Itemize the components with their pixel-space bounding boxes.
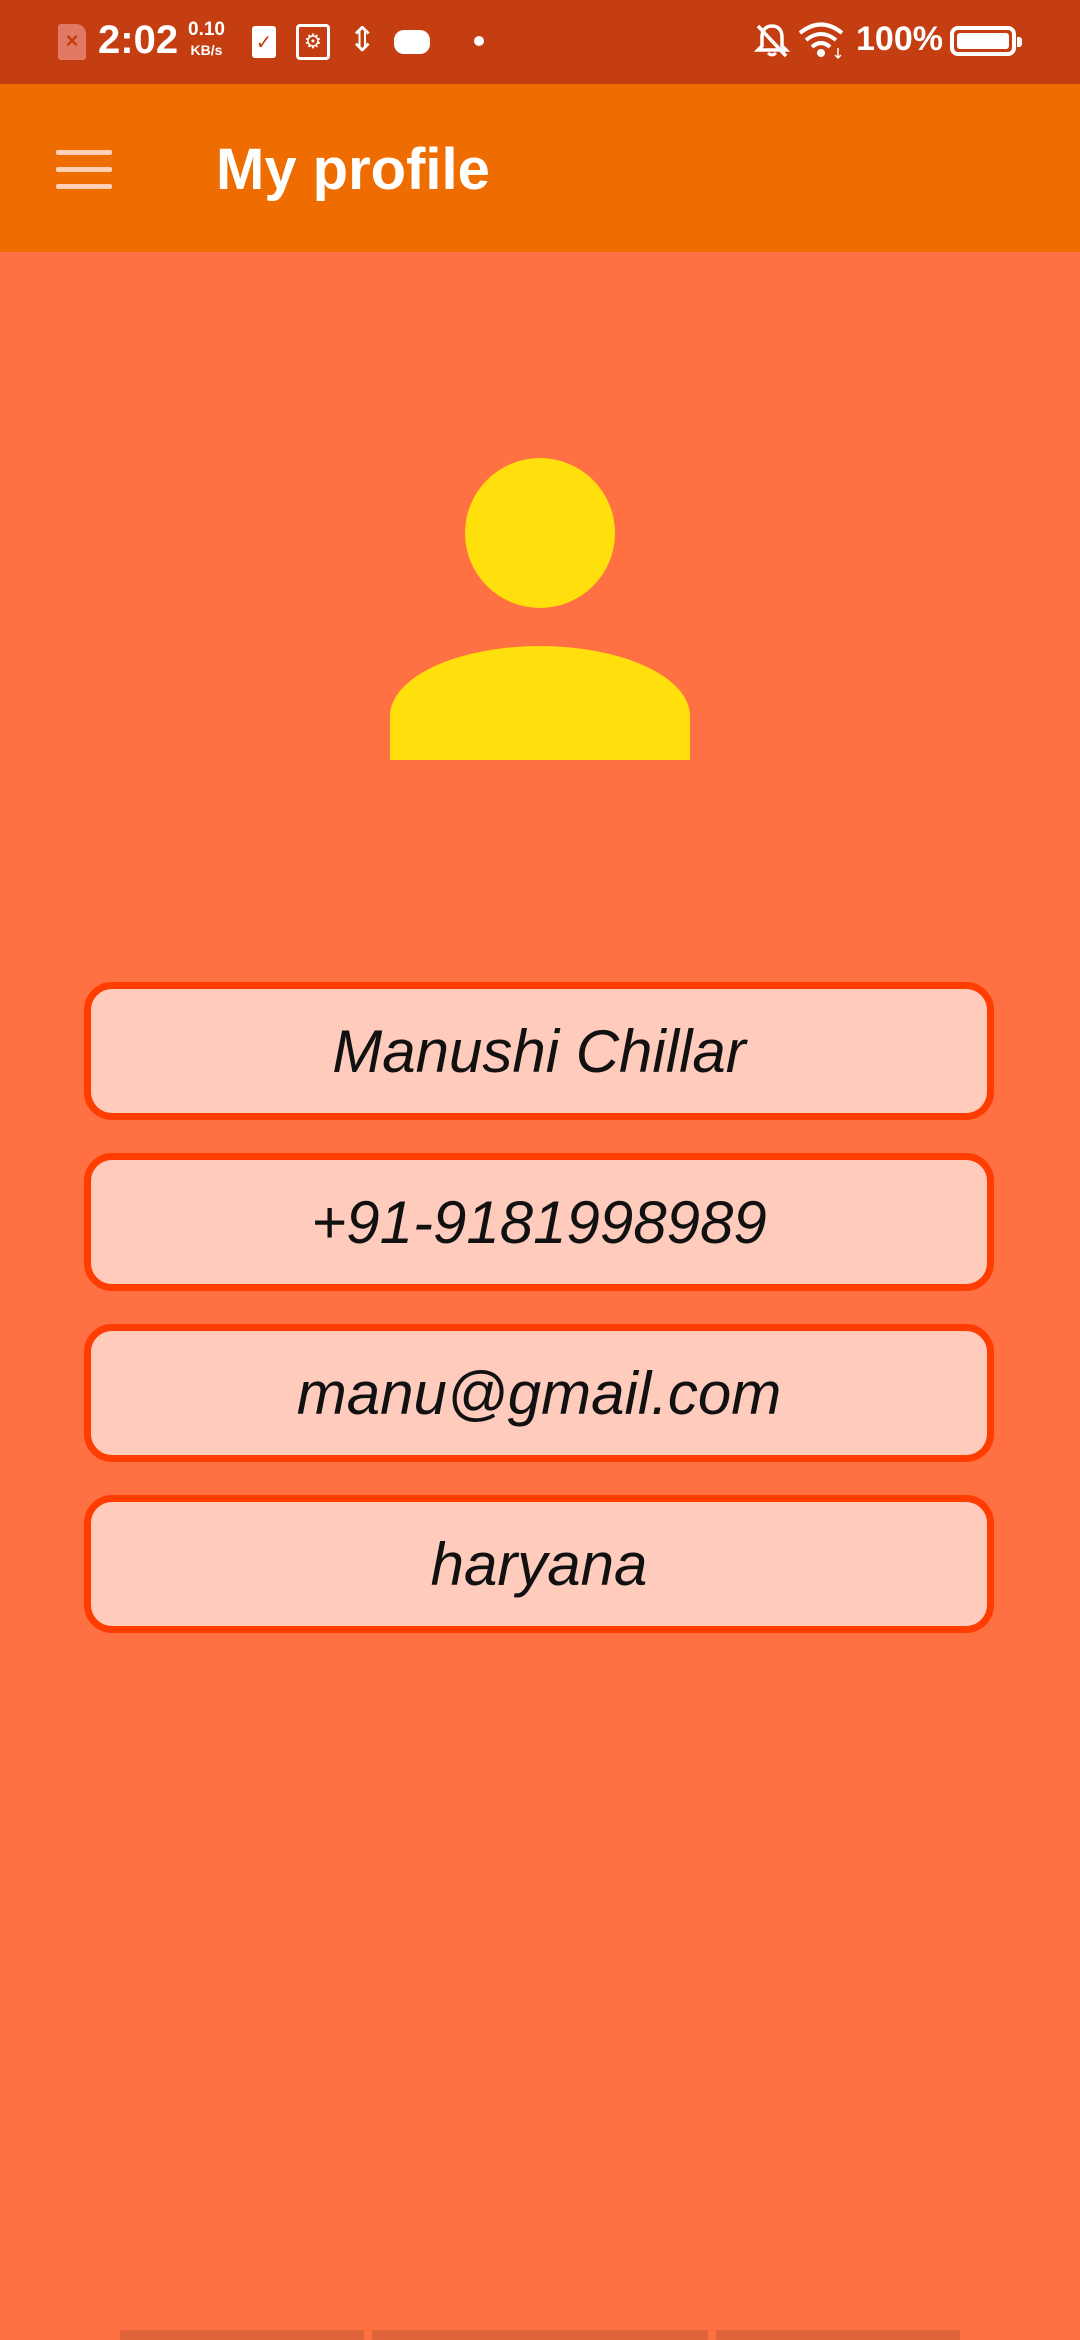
usb-icon: ⇕ (348, 21, 377, 59)
wifi-icon (798, 22, 844, 60)
menu-button[interactable] (40, 128, 128, 208)
network-speed-unit: KB/s (190, 42, 223, 58)
notification-dot-icon (474, 36, 484, 46)
network-speed: 0.10 KB/s (188, 20, 225, 60)
bottom-tab-edge (120, 2330, 364, 2340)
bottom-tab-edge (372, 2330, 708, 2340)
avatar-body (390, 646, 690, 760)
usb-settings-icon: ⚙ (296, 24, 330, 60)
battery-percent: 100% (856, 20, 943, 58)
sim-error-icon: × (58, 24, 86, 60)
page-title: My profile (216, 137, 490, 202)
status-time: 2:02 (98, 18, 179, 62)
bell-off-icon (753, 24, 791, 58)
name-field[interactable]: Manushi Chillar (84, 982, 994, 1120)
clipboard-check-icon: ✓ (252, 26, 276, 58)
gamepad-icon (394, 30, 430, 54)
app-bar: My profile (0, 84, 1080, 252)
hamburger-menu-icon[interactable] (56, 150, 112, 190)
location-field[interactable]: haryana (84, 1495, 994, 1633)
person-icon (390, 458, 690, 760)
email-field[interactable]: manu@gmail.com (84, 1324, 994, 1462)
network-speed-value: 0.10 (188, 19, 225, 40)
avatar-head (465, 458, 615, 608)
battery-icon (950, 26, 1022, 56)
phone-field[interactable]: +91-9181998989 (84, 1153, 994, 1291)
status-bar: × 2:02 0.10 KB/s ✓ ⚙ ⇕ 100% (0, 0, 1080, 84)
bottom-tab-edge (716, 2330, 960, 2340)
